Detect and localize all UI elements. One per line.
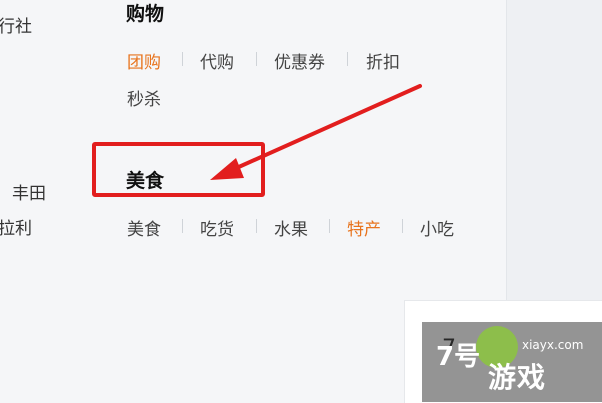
left-item-travel[interactable]: 行社 (0, 12, 32, 37)
link-group-buy[interactable]: 团购 (127, 48, 161, 73)
separator (329, 219, 330, 233)
left-item-toyota[interactable]: 丰田 (12, 179, 46, 204)
separator (182, 219, 183, 233)
watermark-text: 游戏 (488, 361, 547, 394)
watermark-number: 7号 (436, 342, 481, 372)
separator (256, 52, 257, 66)
separator (256, 219, 257, 233)
link-discount[interactable]: 折扣 (366, 48, 400, 73)
separator (182, 52, 183, 66)
link-food[interactable]: 美食 (127, 215, 161, 240)
separator (347, 52, 348, 66)
separator (402, 219, 403, 233)
section-title-shopping: 购物 (126, 3, 165, 25)
link-snacks[interactable]: 小吃 (420, 215, 454, 240)
link-fruit[interactable]: 水果 (274, 215, 308, 240)
link-flash-sale[interactable]: 秒杀 (127, 85, 161, 110)
watermark-site: xiayx.com (522, 338, 584, 352)
link-specialty[interactable]: 特产 (347, 215, 381, 240)
link-proxy-buy[interactable]: 代购 (200, 48, 234, 73)
annotation-highlight-box (92, 142, 265, 197)
link-foodie[interactable]: 吃货 (200, 215, 234, 240)
left-item-ferrari[interactable]: 拉利 (0, 214, 32, 239)
link-coupons[interactable]: 优惠券 (274, 48, 325, 73)
